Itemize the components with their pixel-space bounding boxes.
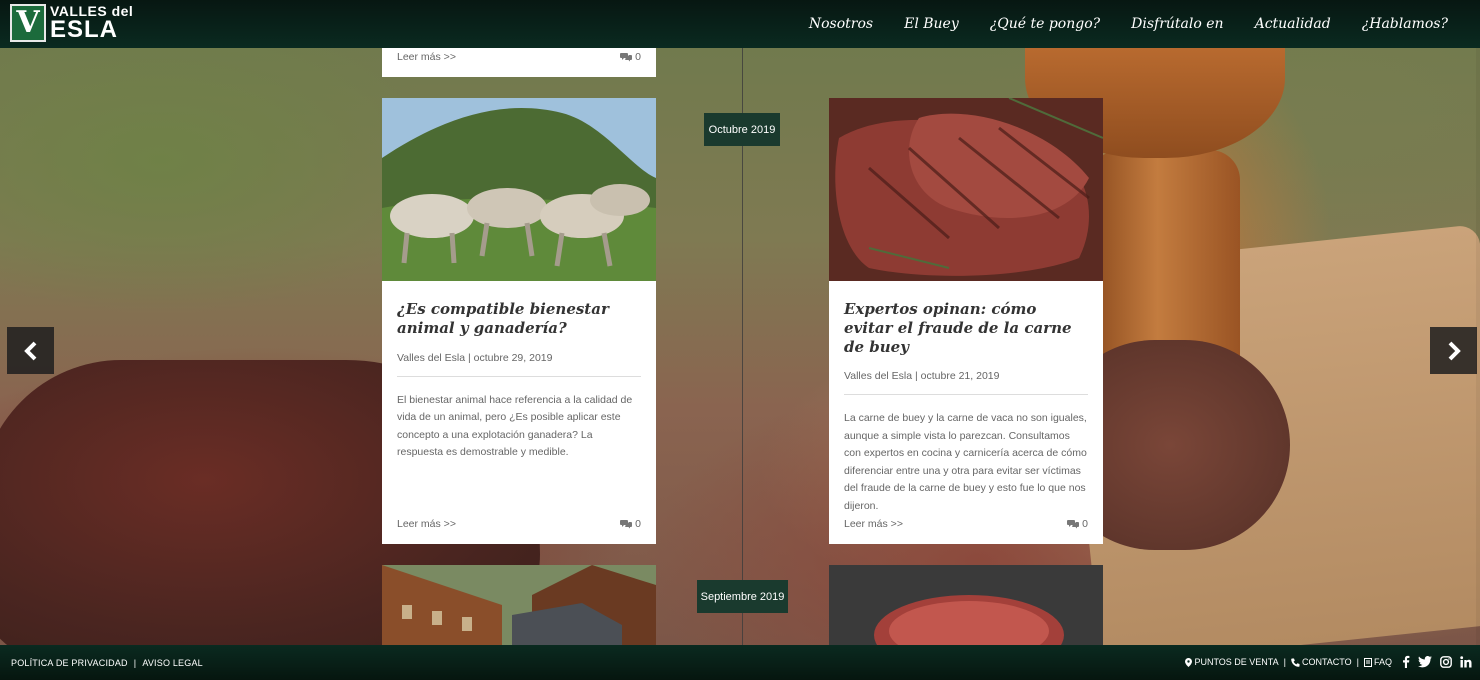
contact-label: CONTACTO [1301,657,1352,667]
comments-icon [620,53,633,62]
twitter-icon[interactable] [1418,655,1432,668]
post-image-cows [382,98,656,281]
nav-que-te-pongo[interactable]: ¿Qué te pongo? [990,16,1100,32]
logo-line2: ESLA [50,16,119,43]
chevron-left-icon [23,341,36,360]
nav-actualidad[interactable]: Actualidad [1255,16,1331,32]
comments-icon [620,520,633,529]
site-footer: POLÍTICA DE PRIVACIDAD | AVISO LEGAL PUN… [0,645,1480,680]
separator: | [1283,657,1286,667]
site-header: V VALLES del ESLA Nosotros El Buey ¿Qué … [0,0,1480,48]
faq-label: FAQ [1373,657,1392,667]
date-badge-october: Octubre 2019 [704,113,780,146]
map-marker-icon [1185,657,1193,667]
post-image-steak [829,98,1103,281]
chevron-right-icon [1448,341,1461,360]
nav-hablamos[interactable]: ¿Hablamos? [1362,16,1448,32]
faq-link[interactable]: FAQ [1363,657,1392,667]
card-footer: Leer más >> 0 [397,51,641,63]
post-image-burger [829,565,1103,645]
prev-arrow-button[interactable] [7,327,54,374]
read-more-link[interactable]: Leer más >> [397,51,456,63]
post-card-partial[interactable] [829,565,1103,645]
comment-count-value: 0 [635,518,641,530]
comment-count-value: 0 [635,51,641,63]
comment-count[interactable]: 0 [620,518,641,530]
read-more-link[interactable]: Leer más >> [397,518,456,530]
linkedin-icon[interactable] [1460,655,1472,668]
next-arrow-button[interactable] [1430,327,1477,374]
document-icon [1363,657,1372,667]
post-title[interactable]: Expertos opinan: cómo evitar el fraude d… [844,286,1088,356]
comment-count-value: 0 [1082,518,1088,530]
post-excerpt: El bienestar animal hace referencia a la… [397,393,633,459]
separator: | [133,658,137,668]
main-nav: Nosotros El Buey ¿Qué te pongo? Disfrúta… [809,0,1448,48]
post-meta: Valles del Esla | octubre 21, 2019 [844,370,1088,396]
post-card-partial[interactable] [382,565,656,645]
card-body: Expertos opinan: cómo evitar el fraude d… [829,286,1103,515]
post-card[interactable]: Expertos opinan: cómo evitar el fraude d… [829,98,1103,544]
nav-disfrutalo-en[interactable]: Disfrútalo en [1131,16,1223,32]
site-logo[interactable]: V VALLES del ESLA [10,4,133,42]
logo-mark: V [10,4,46,42]
facebook-icon[interactable] [1402,655,1410,668]
instagram-icon[interactable] [1440,655,1452,668]
card-footer: Leer más >> 0 [397,518,641,530]
card-footer: Leer más >> 0 [844,518,1088,530]
separator: | [1356,657,1359,667]
scrollbar[interactable] [1476,48,1480,645]
nav-el-buey[interactable]: El Buey [904,16,959,32]
post-image-village [382,565,656,645]
privacy-policy-link[interactable]: POLÍTICA DE PRIVACIDAD [11,658,128,668]
phone-icon [1291,658,1300,667]
footer-links: PUNTOS DE VENTA | CONTACTO | FAQ [1185,657,1392,667]
footer-legal: POLÍTICA DE PRIVACIDAD | AVISO LEGAL [11,658,203,668]
post-card-partial: Leer más >> 0 [382,48,656,77]
date-badge-september: Septiembre 2019 [697,580,788,613]
contact-link[interactable]: CONTACTO [1291,657,1352,667]
read-more-link[interactable]: Leer más >> [844,518,903,530]
points-of-sale-label: PUNTOS DE VENTA [1194,657,1279,667]
comment-count[interactable]: 0 [620,51,641,63]
post-meta: Valles del Esla | octubre 29, 2019 [397,352,641,377]
card-body: ¿Es compatible bienestar animal y ganade… [382,286,656,462]
post-card[interactable]: ¿Es compatible bienestar animal y ganade… [382,98,656,544]
comment-count[interactable]: 0 [1067,518,1088,530]
logo-text: VALLES del ESLA [50,4,133,42]
post-excerpt: La carne de buey y la carne de vaca no s… [844,412,1087,512]
background-photo [0,0,1480,680]
post-title[interactable]: ¿Es compatible bienestar animal y ganade… [397,286,641,338]
nav-nosotros[interactable]: Nosotros [809,16,873,32]
legal-notice-link[interactable]: AVISO LEGAL [142,658,203,668]
comments-icon [1067,520,1080,529]
points-of-sale-link[interactable]: PUNTOS DE VENTA [1185,657,1279,667]
social-links [1402,655,1472,668]
